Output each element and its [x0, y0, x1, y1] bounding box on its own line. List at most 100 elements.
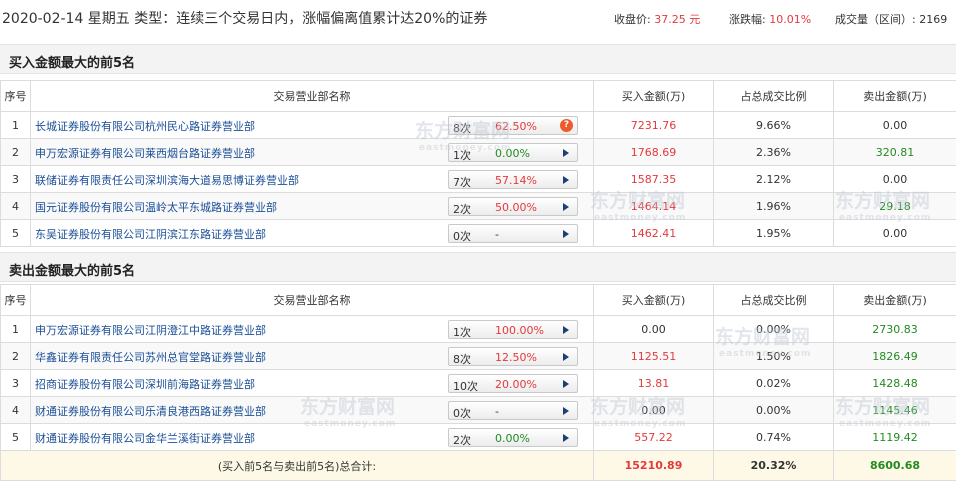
buy-amount: 7231.76	[593, 111, 714, 139]
triangle-right-icon	[563, 203, 569, 211]
buy-amount: 557.22	[593, 423, 714, 451]
broker-cell: 联储证券有限责任公司深圳滨海大道易思博证券营业部 7次 57.14%	[30, 165, 594, 193]
buy-amount: 1464.14	[593, 192, 714, 220]
sell-table-header: 序号 交易营业部名称 买入金额(万) 占总成交比例 卖出金额(万)	[0, 284, 956, 316]
broker-link[interactable]: 国元证券股份有限公司温岭太平东城路证券营业部	[35, 199, 277, 215]
volume-label: 成交量（区间）:	[835, 13, 916, 26]
win-rate: 57.14%	[495, 174, 537, 187]
sell-amount: 1145.46	[833, 396, 956, 424]
trade-count: 1次	[453, 326, 471, 339]
sell-amount: 1119.42	[833, 423, 956, 451]
change-percent-label: 涨跌幅:	[729, 13, 766, 26]
broker-link[interactable]: 招商证券股份有限公司深圳前海路证券营业部	[35, 376, 255, 392]
question-icon[interactable]: ?	[560, 119, 573, 132]
row-number: 4	[0, 396, 31, 424]
sell-amount: 320.81	[833, 138, 956, 166]
win-rate: 20.00%	[495, 378, 537, 391]
volume-ratio: 0.74%	[713, 423, 834, 451]
broker-cell: 国元证券股份有限公司温岭太平东城路证券营业部 2次 50.00%	[30, 192, 594, 220]
col-ratio: 占总成交比例	[713, 284, 834, 316]
trade-count: 0次	[453, 230, 471, 243]
broker-cell: 招商证券股份有限公司深圳前海路证券营业部 10次 20.00%	[30, 369, 594, 397]
table-row: 4 国元证券股份有限公司温岭太平东城路证券营业部 2次 50.00% 1464.14 1.…	[0, 192, 956, 220]
table-row: 1 长城证券股份有限公司杭州民心路证券营业部 8次 62.50%? 7231.76 9.6…	[0, 111, 956, 139]
row-number: 2	[0, 138, 31, 166]
broker-stats-button[interactable]: 8次 12.50%	[448, 347, 578, 366]
table-row: 3 招商证券股份有限公司深圳前海路证券营业部 10次 20.00% 13.81 0.02%…	[0, 369, 956, 397]
triangle-right-icon	[563, 407, 569, 415]
buy-amount: 1587.35	[593, 165, 714, 193]
broker-link[interactable]: 长城证券股份有限公司杭州民心路证券营业部	[35, 118, 255, 134]
broker-stats-button[interactable]: 7次 57.14%	[448, 170, 578, 189]
broker-link[interactable]: 申万宏源证券有限公司江阴澄江中路证券营业部	[35, 322, 266, 338]
broker-stats-button[interactable]: 10次 20.00%	[448, 374, 578, 393]
broker-link[interactable]: 申万宏源证券有限公司莱西烟台路证券营业部	[35, 145, 255, 161]
win-rate: 50.00%	[495, 201, 537, 214]
win-rate: 100.00%	[495, 324, 544, 337]
broker-link[interactable]: 华鑫证券有限责任公司苏州总官堂路证券营业部	[35, 349, 266, 365]
win-rate: 0.00%	[495, 432, 530, 445]
buy-amount: 1125.51	[593, 342, 714, 370]
broker-stats-button[interactable]: 0次 -	[448, 224, 578, 243]
triangle-right-icon	[563, 434, 569, 442]
broker-stats-button[interactable]: 8次 62.50%?	[448, 116, 578, 135]
sell-amount: 0.00	[833, 165, 956, 193]
total-buy: 15210.89	[593, 450, 714, 481]
volume-ratio: 1.50%	[713, 342, 834, 370]
total-row: (买入前5名与卖出前5名)总合计: 15210.89 20.32% 8600.6…	[0, 450, 956, 481]
buy-amount: 0.00	[593, 396, 714, 424]
row-number: 3	[0, 165, 31, 193]
buy-amount: 13.81	[593, 369, 714, 397]
row-number: 5	[0, 423, 31, 451]
sell-amount: 1428.48	[833, 369, 956, 397]
buy-amount: 0.00	[593, 315, 714, 343]
broker-link[interactable]: 东吴证券股份有限公司江阴滨江东路证券营业部	[35, 226, 266, 242]
broker-link[interactable]: 财通证券股份有限公司金华兰溪街证券营业部	[35, 430, 255, 446]
col-no: 序号	[0, 80, 31, 112]
broker-cell: 长城证券股份有限公司杭州民心路证券营业部 8次 62.50%?	[30, 111, 594, 139]
table-row: 2 华鑫证券有限责任公司苏州总官堂路证券营业部 8次 12.50% 1125.51 1.5…	[0, 342, 956, 370]
sell-amount: 2730.83	[833, 315, 956, 343]
triangle-right-icon	[563, 176, 569, 184]
col-no: 序号	[0, 284, 31, 316]
win-rate: -	[495, 228, 499, 241]
broker-stats-button[interactable]: 2次 0.00%	[448, 428, 578, 447]
win-rate: 12.50%	[495, 351, 537, 364]
sell-amount: 1826.49	[833, 342, 956, 370]
buy-table: 序号 交易营业部名称 买入金额(万) 占总成交比例 卖出金额(万) 1 长城证券股…	[0, 80, 956, 247]
row-number: 3	[0, 369, 31, 397]
volume-ratio: 0.02%	[713, 369, 834, 397]
col-buy: 买入金额(万)	[593, 284, 714, 316]
broker-stats-button[interactable]: 1次 100.00%	[448, 320, 578, 339]
broker-link[interactable]: 联储证券有限责任公司深圳滨海大道易思博证券营业部	[35, 172, 299, 188]
table-row: 3 联储证券有限责任公司深圳滨海大道易思博证券营业部 7次 57.14% 1587.35…	[0, 165, 956, 193]
col-sell: 卖出金额(万)	[833, 284, 956, 316]
sell-amount: 0.00	[833, 219, 956, 247]
win-rate: 62.50%	[495, 120, 537, 133]
broker-stats-button[interactable]: 1次 0.00%	[448, 143, 578, 162]
trade-count: 2次	[453, 203, 471, 216]
table-row: 1 申万宏源证券有限公司江阴澄江中路证券营业部 1次 100.00% 0.00 0.00%…	[0, 315, 956, 343]
triangle-right-icon	[563, 353, 569, 361]
volume-ratio: 2.12%	[713, 165, 834, 193]
volume: 成交量（区间）: 2169	[835, 11, 947, 27]
volume-ratio: 9.66%	[713, 111, 834, 139]
close-price: 收盘价: 37.25 元	[614, 11, 700, 27]
broker-cell: 财通证券股份有限公司乐清良港西路证券营业部 0次 -	[30, 396, 594, 424]
volume-value: 2169	[919, 13, 948, 26]
col-ratio: 占总成交比例	[713, 80, 834, 112]
trade-count: 8次	[453, 122, 471, 135]
broker-stats-button[interactable]: 2次 50.00%	[448, 197, 578, 216]
table-row: 5 财通证券股份有限公司金华兰溪街证券营业部 2次 0.00% 557.22 0.74% 1…	[0, 423, 956, 451]
volume-ratio: 0.00%	[713, 396, 834, 424]
trade-count: 2次	[453, 434, 471, 447]
triangle-right-icon	[563, 380, 569, 388]
broker-stats-button[interactable]: 0次 -	[448, 401, 578, 420]
sell-amount: 29.18	[833, 192, 956, 220]
broker-link[interactable]: 财通证券股份有限公司乐清良港西路证券营业部	[35, 403, 266, 419]
change-percent-value: 10.01%	[769, 13, 812, 26]
close-price-label: 收盘价:	[614, 13, 651, 26]
row-number: 4	[0, 192, 31, 220]
total-sell: 8600.68	[833, 450, 956, 481]
broker-cell: 财通证券股份有限公司金华兰溪街证券营业部 2次 0.00%	[30, 423, 594, 451]
